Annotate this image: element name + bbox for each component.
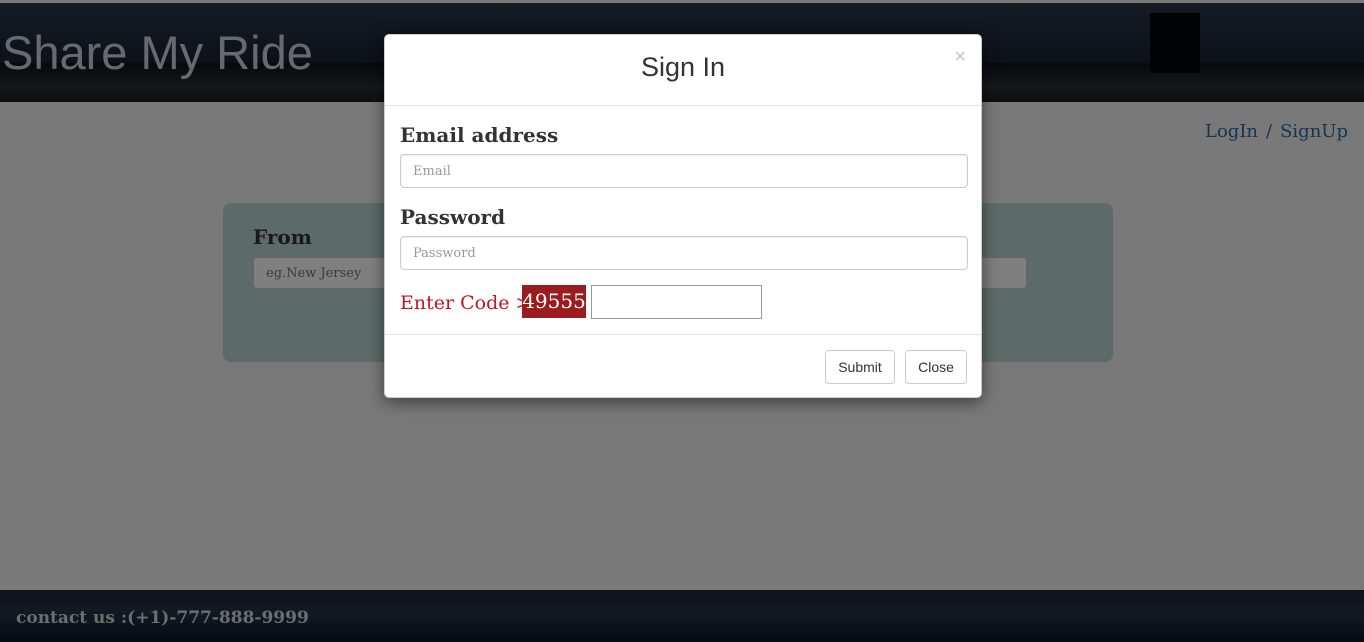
modal-header: Sign In × bbox=[385, 35, 981, 106]
email-field[interactable] bbox=[400, 154, 968, 188]
captcha-code: 49555 bbox=[522, 285, 586, 318]
submit-button[interactable]: Submit bbox=[825, 350, 895, 384]
sign-in-modal: Sign In × Email address Password Enter C… bbox=[384, 34, 982, 398]
password-field[interactable] bbox=[400, 236, 968, 270]
captcha-label: Enter Code > bbox=[400, 292, 532, 314]
modal-title: Sign In bbox=[640, 52, 726, 82]
password-label: Password bbox=[400, 205, 506, 229]
close-icon[interactable]: × bbox=[954, 47, 966, 67]
close-button[interactable]: Close bbox=[905, 350, 967, 384]
email-label: Email address bbox=[400, 123, 559, 147]
captcha-input[interactable] bbox=[591, 285, 762, 319]
modal-footer: Submit Close bbox=[385, 335, 981, 399]
